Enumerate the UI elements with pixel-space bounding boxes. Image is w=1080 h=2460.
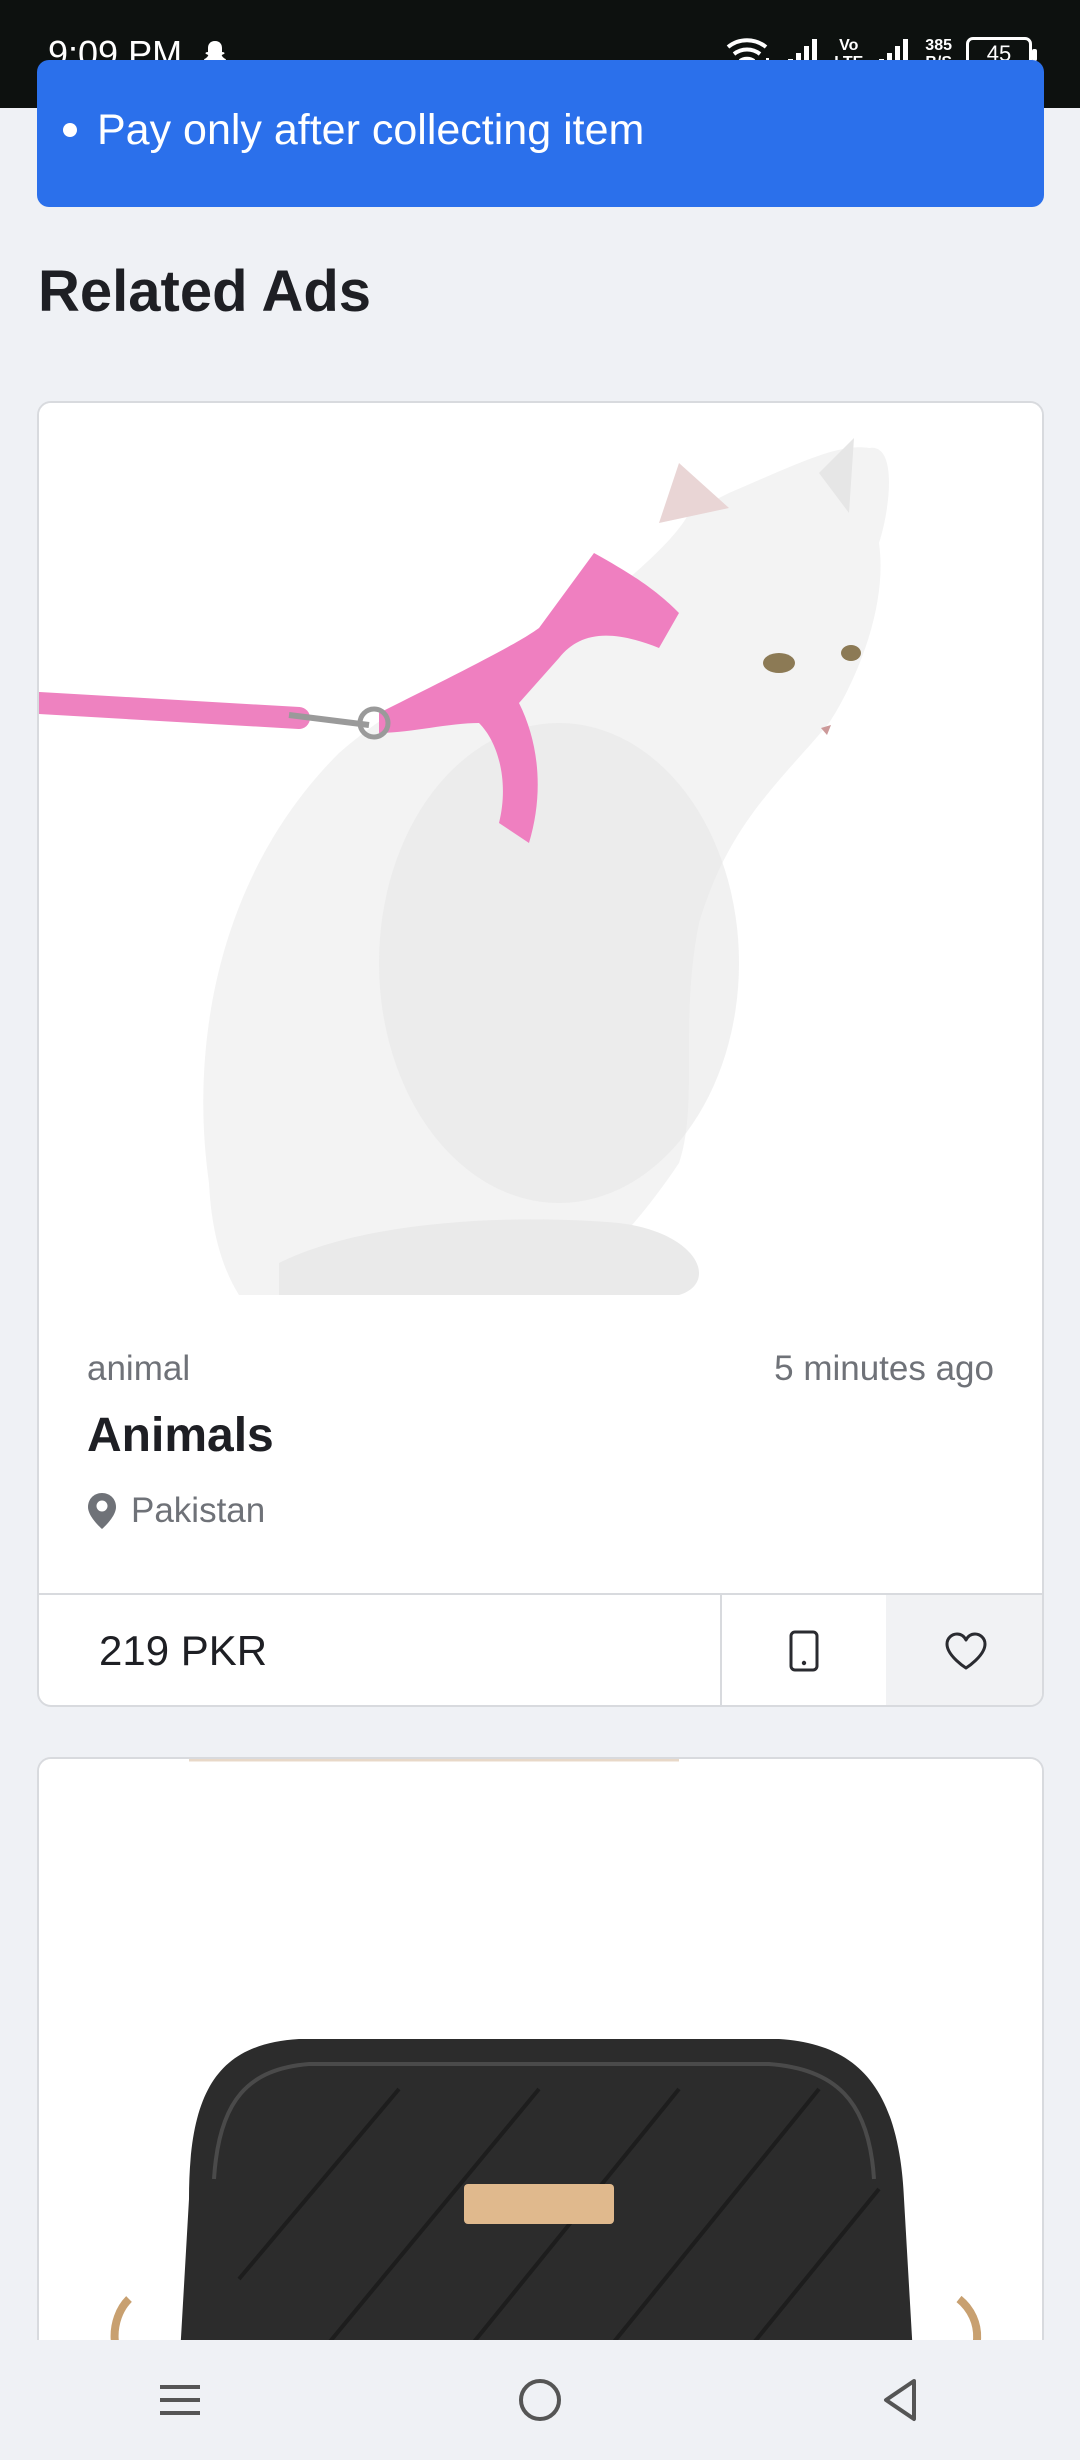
- back-icon: [884, 2379, 916, 2421]
- back-button[interactable]: [860, 2360, 940, 2440]
- ad-location: Pakistan: [87, 1491, 265, 1531]
- safety-tip-item: Pay only after collecting item: [62, 103, 644, 157]
- map-pin-icon: [88, 1493, 116, 1529]
- ad-image[interactable]: [39, 403, 1044, 1295]
- speed-value: 385: [925, 37, 952, 54]
- volte-top: Vo: [839, 37, 859, 54]
- ad-location-text: Pakistan: [131, 1491, 266, 1530]
- ad-meta: animal 5 minutes ago: [87, 1349, 994, 1389]
- safety-tips-banner: Pay only after collecting item: [37, 60, 1044, 207]
- ad-card[interactable]: animal 5 minutes ago Animals Pakistan 21…: [37, 401, 1044, 1707]
- ad-category: animal: [87, 1349, 191, 1388]
- related-ads-title: Related Ads: [38, 259, 372, 324]
- favorite-button[interactable]: [886, 1595, 1042, 1705]
- ad-title[interactable]: Animals: [87, 1408, 274, 1463]
- home-icon: [519, 2379, 561, 2421]
- menu-icon: [160, 2385, 200, 2415]
- ad-price-text: 219 PKR: [99, 1627, 268, 1674]
- ad-time: 5 minutes ago: [774, 1349, 994, 1388]
- home-button[interactable]: [500, 2360, 580, 2440]
- ad-footer: 219 PKR: [39, 1593, 1042, 1705]
- call-button[interactable]: [722, 1595, 886, 1705]
- ad-price: 219 PKR: [39, 1595, 722, 1705]
- phone-icon: [789, 1630, 819, 1672]
- system-nav-bar: [0, 2340, 1080, 2460]
- safety-tips-list: Pay only after collecting item: [62, 103, 644, 157]
- heart-icon: [945, 1632, 987, 1670]
- recent-apps-button[interactable]: [140, 2360, 220, 2440]
